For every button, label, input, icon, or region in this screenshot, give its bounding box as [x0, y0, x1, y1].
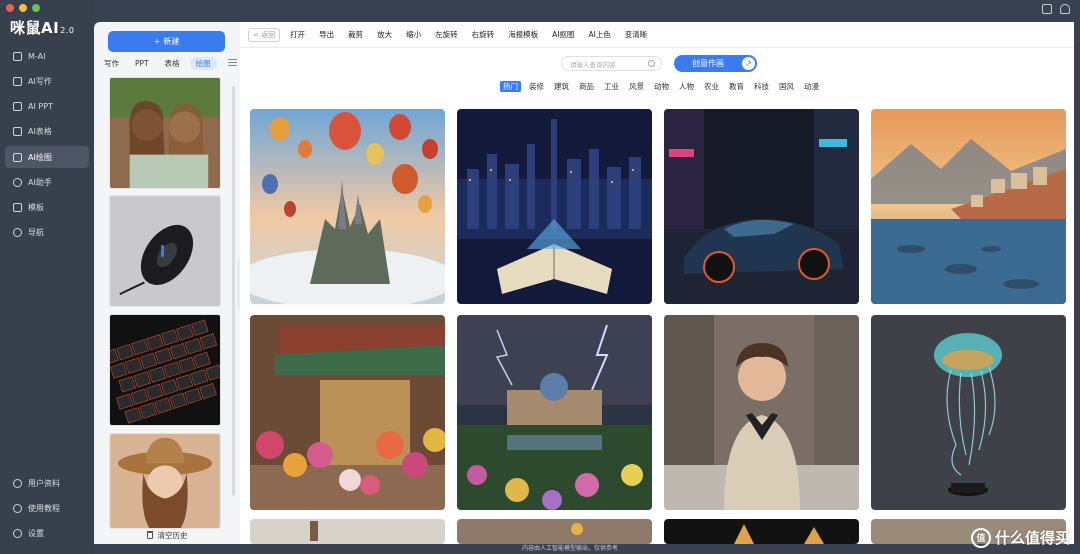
category-scenery[interactable]: 风景	[627, 81, 646, 92]
category-architecture[interactable]: 建筑	[552, 81, 571, 92]
menu-icon[interactable]	[228, 59, 237, 66]
history-item[interactable]	[109, 433, 221, 529]
sidebar-item-ai-table[interactable]: AI表格	[5, 120, 89, 142]
image-icon	[13, 152, 22, 162]
history-tabs: 写作 PPT 表格 绘图	[98, 56, 238, 70]
window-tools	[1042, 4, 1070, 14]
category-animals[interactable]: 动物	[652, 81, 671, 92]
sidebar-item-tutorial[interactable]: 使用教程	[5, 497, 89, 519]
gaming-mouse-image	[110, 196, 220, 306]
tool-sharpen[interactable]: 变清晰	[625, 29, 648, 40]
gallery-image-row3-1[interactable]	[250, 519, 445, 544]
gallery-image-seaside-village[interactable]	[871, 109, 1066, 304]
keyboard-image	[110, 315, 220, 425]
user-icon	[13, 478, 22, 488]
gallery-image-young-man[interactable]	[664, 315, 859, 510]
sidebar-item-templates[interactable]: 模板	[5, 196, 89, 218]
gear-icon	[13, 528, 22, 538]
edit-icon[interactable]	[1042, 4, 1052, 14]
history-item[interactable]	[109, 195, 221, 307]
minimize-window-button[interactable]	[19, 4, 27, 12]
sidebar-item-settings[interactable]: 设置	[5, 522, 89, 544]
app-logo: 咪鼠AI2.0	[10, 19, 75, 37]
app-sidebar: 咪鼠AI2.0 M-AI AI写作 AI PPT AI表格 AI绘图 AI助手 …	[0, 0, 94, 554]
category-products[interactable]: 商品	[577, 81, 596, 92]
ai-disclaimer: 内容由人工智能模型输出，仅供参考	[521, 545, 618, 552]
gallery-image-city-book[interactable]	[457, 109, 652, 304]
category-agriculture[interactable]: 农业	[702, 81, 721, 92]
sidebar-item-user-profile[interactable]: 用户资料	[5, 472, 89, 494]
image-toolbar: < 返回 打开 导出 裁剪 放大 缩小 左旋转 右旋转 海报模板 AI抠图 AI…	[240, 22, 1074, 48]
category-decoration[interactable]: 装修	[527, 81, 546, 92]
history-panel: + 新建 写作 PPT 表格 绘图 清空历史	[94, 22, 240, 544]
tool-zoom-out[interactable]: 缩小	[406, 29, 421, 40]
pen-icon	[13, 76, 22, 86]
back-button[interactable]: < 返回	[248, 27, 281, 42]
tab-drawing[interactable]: 绘图	[189, 56, 217, 70]
watermark: 值 什么值得买	[970, 527, 1070, 548]
compass-icon	[13, 227, 22, 237]
history-item[interactable]	[109, 77, 221, 189]
create-drawing-button[interactable]: 创意作画 ↗	[674, 55, 757, 72]
gallery-image-palace-lightning[interactable]	[457, 315, 652, 510]
category-hot[interactable]: 热门	[500, 81, 521, 92]
sidebar-item-ai-ppt[interactable]: AI PPT	[5, 95, 89, 117]
search-icon	[648, 60, 655, 67]
bell-icon[interactable]	[1060, 4, 1070, 14]
tool-poster-template[interactable]: 海报模板	[508, 29, 538, 40]
slides-icon	[13, 101, 22, 111]
maximize-window-button[interactable]	[32, 4, 40, 12]
category-education[interactable]: 教育	[727, 81, 746, 92]
two-women-image	[110, 78, 220, 188]
history-item[interactable]	[109, 314, 221, 426]
tool-zoom-in[interactable]: 放大	[377, 29, 392, 40]
sidebar-item-ai-writing[interactable]: AI写作	[5, 70, 89, 92]
tab-ppt[interactable]: PPT	[129, 58, 155, 69]
window-controls	[6, 4, 40, 12]
sidebar-item-ai-drawing[interactable]: AI绘图	[5, 146, 89, 168]
gallery-image-jellyfish-lamp[interactable]	[871, 315, 1066, 510]
tool-export[interactable]: 导出	[319, 29, 334, 40]
tool-rotate-right[interactable]: 右旋转	[472, 29, 495, 40]
woman-hat-image	[110, 434, 220, 528]
tool-ai-cutout[interactable]: AI抠图	[552, 29, 574, 40]
sidebar-item-m-ai[interactable]: M-AI	[5, 45, 89, 67]
tool-open[interactable]: 打开	[290, 29, 305, 40]
history-scrollbar[interactable]	[232, 86, 235, 496]
template-icon	[13, 202, 22, 212]
chat-icon	[13, 51, 22, 61]
category-bar: 热门 装修 建筑 商品 工业 风景 动物 人物 农业 教育 科技 国风 动漫	[500, 81, 827, 92]
tab-table[interactable]: 表格	[159, 57, 186, 70]
table-icon	[13, 126, 22, 136]
plus-icon: +	[153, 37, 161, 46]
gallery-image-row3-2[interactable]	[457, 519, 652, 544]
tab-writing[interactable]: 写作	[98, 57, 125, 70]
gallery-image-neon-car[interactable]	[664, 109, 859, 304]
search-input[interactable]: 请输入查询内容	[561, 56, 662, 71]
gallery-image-flower-shop[interactable]	[250, 315, 445, 510]
main-panel: < 返回 打开 导出 裁剪 放大 缩小 左旋转 右旋转 海报模板 AI抠图 AI…	[240, 22, 1074, 544]
category-industry[interactable]: 工业	[602, 81, 621, 92]
help-icon	[13, 503, 22, 513]
gallery-image-row3-3[interactable]	[664, 519, 859, 544]
close-window-button[interactable]	[6, 4, 14, 12]
category-chinese-style[interactable]: 国风	[777, 81, 796, 92]
assistant-icon	[13, 177, 22, 187]
new-button[interactable]: + 新建	[108, 31, 225, 52]
arrow-up-right-icon: ↗	[742, 57, 755, 70]
category-anime[interactable]: 动漫	[802, 81, 821, 92]
gallery-image-balloons-castle[interactable]	[250, 109, 445, 304]
category-people[interactable]: 人物	[677, 81, 696, 92]
tool-crop[interactable]: 裁剪	[348, 29, 363, 40]
tool-rotate-left[interactable]: 左旋转	[435, 29, 458, 40]
sidebar-item-navigation[interactable]: 导航	[5, 221, 89, 243]
tool-ai-colorize[interactable]: AI上色	[588, 29, 610, 40]
clear-history-button[interactable]: 清空历史	[94, 528, 240, 542]
category-technology[interactable]: 科技	[752, 81, 771, 92]
watermark-badge-icon: 值	[970, 527, 991, 548]
sidebar-item-ai-assistant[interactable]: AI助手	[5, 171, 89, 193]
trash-icon	[146, 531, 153, 539]
